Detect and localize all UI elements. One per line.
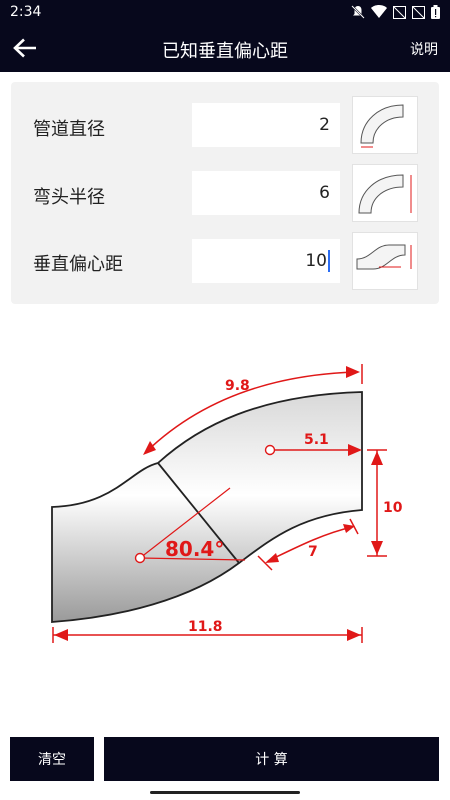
outer-arc-label: 9.8 (225, 378, 250, 394)
vertical-offset-value-label: 10 (383, 500, 403, 516)
horizontal-offset-label: 5.1 (304, 432, 329, 448)
signal-off-icon-2 (412, 5, 425, 19)
status-time: 2:34 (10, 4, 42, 20)
pipe-diameter-label: 管道直径 (33, 119, 105, 140)
inner-arc-tick-1 (257, 555, 273, 571)
outer-arc-arrow-start (143, 441, 156, 455)
angle-label: 80.4° (165, 537, 224, 561)
vertical-offset-input[interactable]: 10 (192, 239, 340, 283)
vertical-offset-arrow-top (371, 451, 383, 465)
help-button[interactable]: 说明 (410, 39, 438, 59)
outer-arc-arrow-end (346, 366, 360, 378)
inner-arc-arrow-start (265, 553, 279, 563)
battery-alert-icon (431, 5, 440, 19)
total-length-label: 11.8 (188, 619, 223, 635)
elbow-radius-icon (358, 174, 412, 214)
notifications-off-icon (351, 5, 365, 19)
wifi-icon (371, 5, 387, 18)
offset-center-marker (264, 444, 276, 456)
offset-elbow-diagram: 80.4° 9.8 5.1 10 7 11.8 (51, 364, 403, 643)
vertical-offset-label: 垂直偏心距 (33, 254, 123, 275)
angle-center-marker (134, 552, 146, 564)
elbow-diameter-icon (360, 104, 404, 148)
home-gesture-handle[interactable] (150, 791, 300, 794)
page-title: 已知垂直偏心距 (162, 41, 288, 62)
vertical-offset-value: 10 (305, 251, 327, 271)
pipe-body (51, 391, 363, 623)
elbow-radius-label: 弯头半径 (33, 187, 105, 208)
clear-button[interactable]: 清空 (10, 737, 94, 781)
vertical-offset-thumbnail (352, 232, 418, 290)
pipe-diameter-input[interactable]: 2 (192, 103, 340, 147)
input-card: 管道直径 2 弯头半径 6 垂直偏心距 10 (11, 82, 439, 304)
navigation-bar (0, 784, 450, 800)
pipe-diameter-value: 2 (319, 115, 330, 135)
text-caret (328, 250, 330, 272)
pipe-diameter-thumbnail (352, 96, 418, 154)
elbow-radius-value: 6 (319, 183, 330, 203)
offset-elbow-icon (356, 244, 412, 270)
app-bar: 已知垂直偏心距 说明 (0, 24, 450, 72)
elbow-radius-thumbnail (352, 164, 418, 222)
status-icons (351, 5, 440, 19)
calculate-button[interactable]: 计 算 (104, 737, 439, 781)
inner-arc-label: 7 (308, 544, 318, 560)
signal-off-icon (393, 5, 406, 19)
vertical-offset-arrow-bottom (371, 541, 383, 555)
elbow-radius-input[interactable]: 6 (192, 171, 340, 215)
total-length-arrow-left (54, 629, 68, 641)
status-bar: 2:34 (0, 0, 450, 24)
total-length-arrow-right (347, 629, 361, 641)
